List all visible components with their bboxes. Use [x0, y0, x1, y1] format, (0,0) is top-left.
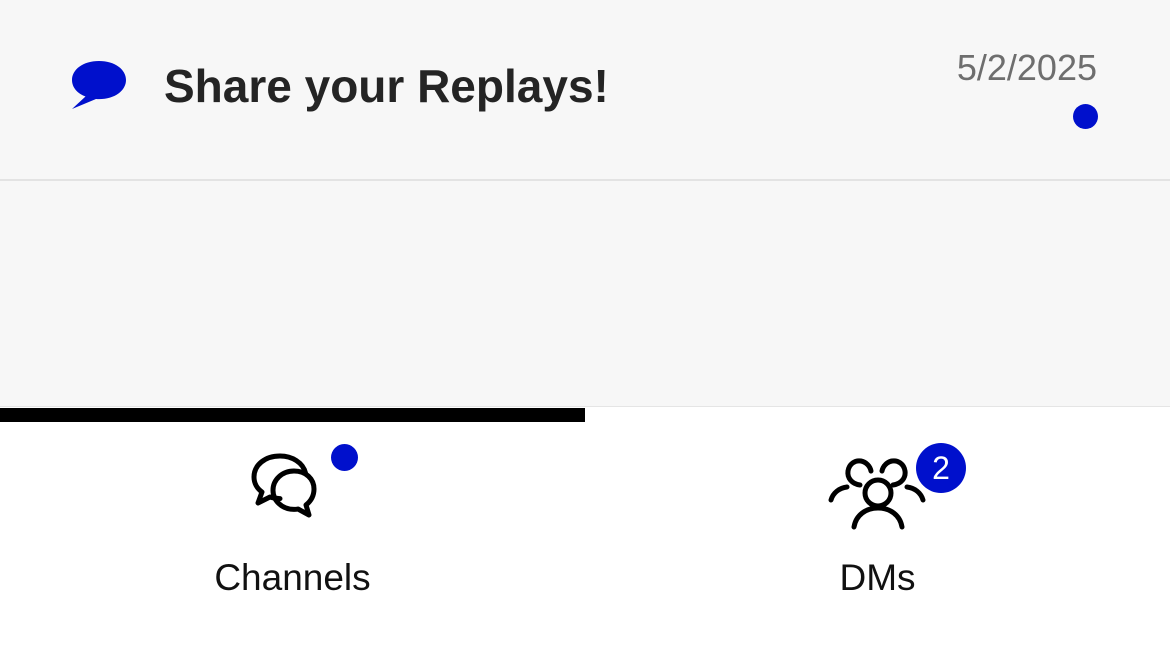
channel-list: Share your Replays! 5/2/2025	[0, 0, 1170, 406]
chat-bubbles-icon	[248, 451, 336, 531]
tab-label-channels: Channels	[214, 557, 371, 598]
unread-indicator	[1073, 104, 1098, 129]
bottom-tab-bar: Channels 2 DMs	[0, 406, 1170, 653]
tab-channels[interactable]: Channels	[0, 407, 585, 653]
app-root: Share your Replays! 5/2/2025 Channels 2 …	[0, 0, 1170, 653]
channel-date: 5/2/2025	[956, 47, 1097, 88]
dms-count-badge: 2	[916, 443, 966, 493]
channels-unread-dot	[331, 444, 358, 471]
tab-dms[interactable]: 2 DMs	[585, 407, 1170, 653]
channel-row[interactable]: Share your Replays! 5/2/2025	[0, 0, 1170, 181]
tab-label-dms: DMs	[839, 557, 916, 598]
channel-name: Share your Replays!	[164, 60, 609, 112]
people-group-icon	[827, 451, 926, 531]
chat-bubble-icon	[70, 59, 128, 111]
